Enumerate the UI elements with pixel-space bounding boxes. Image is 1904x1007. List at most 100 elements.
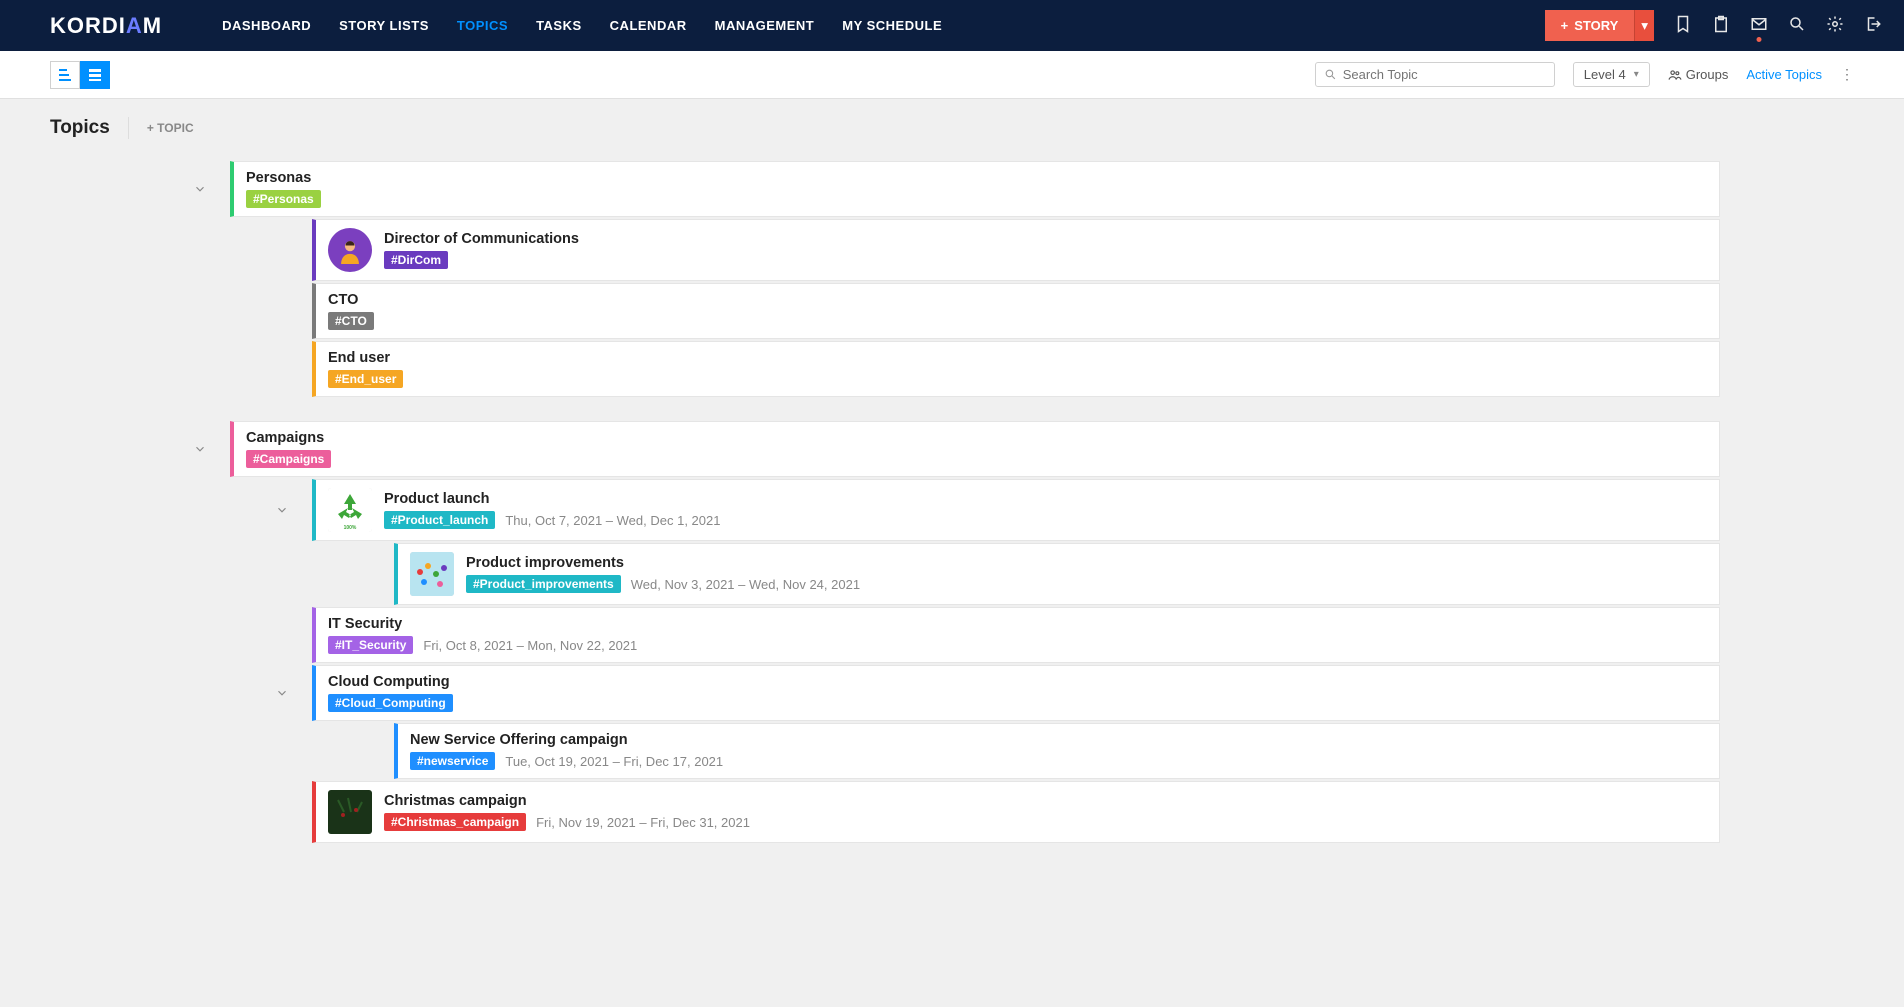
- topic-title: Campaigns: [246, 430, 324, 446]
- logo-text-post: M: [143, 13, 162, 39]
- topic-meta: #newserviceTue, Oct 19, 2021 – Fri, Dec …: [410, 752, 723, 770]
- page-header: Topics + TOPIC: [50, 117, 1854, 139]
- topic-meta: #Product_improvementsWed, Nov 3, 2021 – …: [466, 575, 860, 593]
- nav-item-my-schedule[interactable]: MY SCHEDULE: [842, 18, 942, 33]
- topic-tag[interactable]: #Christmas_campaign: [384, 813, 526, 831]
- collapse-toggle: [334, 723, 394, 779]
- topic-card[interactable]: Cloud Computing #Cloud_Computing: [312, 665, 1720, 721]
- level-label: Level 4: [1584, 67, 1626, 82]
- topic-tag[interactable]: #Campaigns: [246, 450, 331, 468]
- topic-row: End user#End_user: [252, 341, 1720, 397]
- topic-date-range: Fri, Nov 19, 2021 – Fri, Dec 31, 2021: [536, 815, 750, 830]
- search-icon[interactable]: [1788, 15, 1806, 36]
- toolbar-right: Level 4 ▾ Groups Active Topics ⋮: [1315, 62, 1854, 87]
- page-title: Topics: [50, 117, 110, 139]
- topic-tag[interactable]: #CTO: [328, 312, 374, 330]
- groups-link[interactable]: Groups: [1668, 67, 1729, 82]
- topic-tag[interactable]: #newservice: [410, 752, 495, 770]
- level-dropdown[interactable]: Level 4 ▾: [1573, 62, 1650, 87]
- topic-tag[interactable]: #Product_launch: [384, 511, 495, 529]
- people-icon: [1668, 68, 1682, 82]
- chevron-down-icon: ▾: [1641, 18, 1648, 34]
- topic-row: Personas#Personas: [170, 161, 1720, 217]
- topic-tag[interactable]: #End_user: [328, 370, 403, 388]
- new-story-label: STORY: [1574, 18, 1618, 33]
- topic-card[interactable]: Personas#Personas: [230, 161, 1720, 217]
- story-button-group: + STORY ▾: [1545, 10, 1654, 41]
- topic-meta: #Product_launchThu, Oct 7, 2021 – Wed, D…: [384, 511, 720, 529]
- topic-card[interactable]: 100%Product launch#Product_launchThu, Oc…: [312, 479, 1720, 541]
- topic-card[interactable]: IT Security #IT_SecurityFri, Oct 8, 2021 …: [312, 607, 1720, 663]
- topic-tag[interactable]: #DirCom: [384, 251, 448, 269]
- view-toggle: [50, 61, 110, 89]
- topic-card[interactable]: CTO#CTO: [312, 283, 1720, 339]
- collapse-toggle[interactable]: [252, 665, 312, 721]
- topic-title: New Service Offering campaign: [410, 732, 628, 748]
- topic-row: Product improvements#Product_improvement…: [334, 543, 1720, 605]
- nav-item-management[interactable]: MANAGEMENT: [715, 18, 815, 33]
- topic-card[interactable]: Product improvements#Product_improvement…: [394, 543, 1720, 605]
- more-menu-button[interactable]: ⋮: [1840, 66, 1854, 83]
- topic-tag[interactable]: #Product_improvements: [466, 575, 621, 593]
- page-body: Topics + TOPIC Personas#Personas Director…: [0, 99, 1904, 863]
- clipboard-icon[interactable]: [1712, 15, 1730, 36]
- topic-title: Christmas campaign: [384, 793, 527, 809]
- topic-meta: #Campaigns: [246, 450, 331, 468]
- gear-icon[interactable]: [1826, 15, 1844, 36]
- nav-item-topics[interactable]: TOPICS: [457, 18, 508, 33]
- search-input[interactable]: [1343, 67, 1546, 82]
- topic-body: Cloud Computing #Cloud_Computing: [328, 674, 453, 712]
- story-dropdown-button[interactable]: ▾: [1634, 10, 1654, 41]
- nav-item-dashboard[interactable]: DASHBOARD: [222, 18, 311, 33]
- topic-body: New Service Offering campaign #newservice…: [410, 732, 723, 770]
- topic-row: New Service Offering campaign #newservice…: [334, 723, 1720, 779]
- topic-tag[interactable]: #IT_Security: [328, 636, 413, 654]
- collapse-toggle[interactable]: [170, 421, 230, 477]
- collapse-toggle: [252, 219, 312, 281]
- topic-card[interactable]: New Service Offering campaign #newservice…: [394, 723, 1720, 779]
- topic-card[interactable]: Campaigns #Campaigns: [230, 421, 1720, 477]
- logo-text-accent: A: [126, 13, 143, 39]
- collapse-toggle[interactable]: [170, 161, 230, 217]
- topic-thumbnail: [328, 790, 372, 834]
- add-topic-button[interactable]: + TOPIC: [147, 121, 194, 135]
- main-nav: DASHBOARD STORY LISTS TOPICS TASKS CALENDAR M…: [222, 18, 1545, 33]
- topic-row: Director of Communications#DirCom: [252, 219, 1720, 281]
- search-topic-box[interactable]: [1315, 62, 1555, 87]
- topic-card[interactable]: Director of Communications#DirCom: [312, 219, 1720, 281]
- logout-icon[interactable]: [1864, 15, 1882, 36]
- collapse-toggle: [252, 283, 312, 339]
- topic-meta: #Cloud_Computing: [328, 694, 453, 712]
- topic-meta: #IT_SecurityFri, Oct 8, 2021 – Mon, Nov …: [328, 636, 637, 654]
- topic-tag[interactable]: #Personas: [246, 190, 321, 208]
- topic-thumbnail: [410, 552, 454, 596]
- plus-icon: +: [1561, 18, 1569, 33]
- topic-row: Campaigns #Campaigns: [170, 421, 1720, 477]
- topic-body: Product launch#Product_launchThu, Oct 7,…: [384, 491, 720, 529]
- topic-tag[interactable]: #Cloud_Computing: [328, 694, 453, 712]
- topic-title: IT Security: [328, 616, 402, 632]
- nav-item-story-lists[interactable]: STORY LISTS: [339, 18, 429, 33]
- topic-meta: #Christmas_campaign Fri, Nov 19, 2021 – F…: [384, 813, 750, 831]
- view-compact-button[interactable]: [50, 61, 80, 89]
- nav-item-calendar[interactable]: CALENDAR: [610, 18, 687, 33]
- collapse-toggle[interactable]: [252, 479, 312, 541]
- nav-item-tasks[interactable]: TASKS: [536, 18, 582, 33]
- app-logo: KORDIAM: [50, 13, 162, 39]
- topic-body: Director of Communications#DirCom: [384, 231, 579, 269]
- active-topics-link[interactable]: Active Topics: [1746, 67, 1822, 82]
- collapse-toggle: [252, 781, 312, 843]
- topic-body: Christmas campaign #Christmas_campaign Fri…: [384, 793, 750, 831]
- toolbar: Level 4 ▾ Groups Active Topics ⋮: [0, 51, 1904, 99]
- topic-card[interactable]: End user#End_user: [312, 341, 1720, 397]
- logo-text-pre: KORDI: [50, 13, 126, 39]
- topic-body: Product improvements#Product_improvement…: [466, 555, 860, 593]
- bookmark-icon[interactable]: [1674, 15, 1692, 36]
- mail-icon[interactable]: [1750, 15, 1768, 36]
- new-story-button[interactable]: + STORY: [1545, 10, 1635, 41]
- view-list-button[interactable]: [80, 61, 110, 89]
- topic-card[interactable]: Christmas campaign #Christmas_campaign Fri…: [312, 781, 1720, 843]
- topic-meta: #End_user: [328, 370, 403, 388]
- topic-title: Cloud Computing: [328, 674, 450, 690]
- topic-row: CTO#CTO: [252, 283, 1720, 339]
